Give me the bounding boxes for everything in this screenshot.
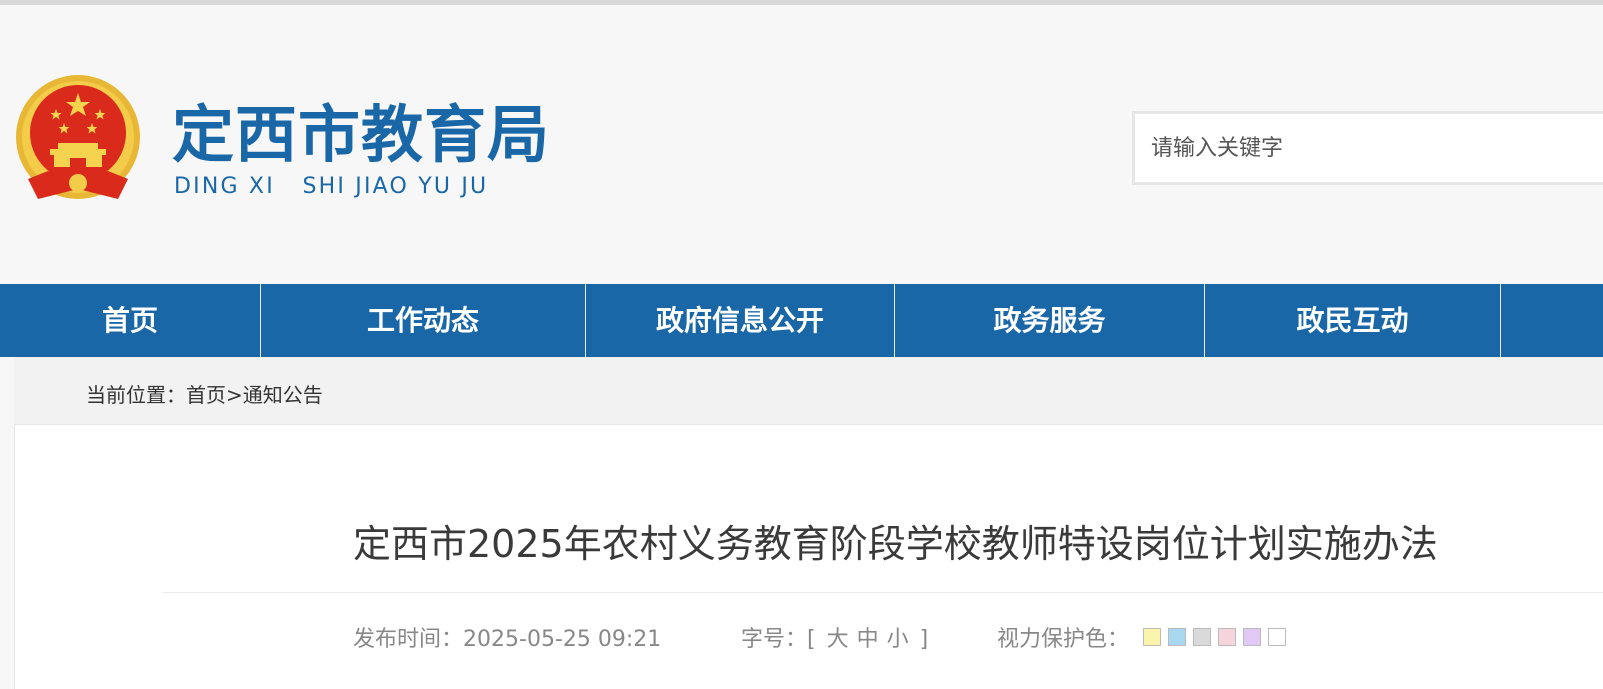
nav-divider — [1500, 284, 1501, 357]
eye-care-color-swatch[interactable] — [1168, 628, 1186, 646]
eye-care-label: 视力保护色： — [997, 627, 1130, 652]
eye-care-color-swatch[interactable] — [1218, 628, 1236, 646]
title-divider — [163, 592, 1603, 593]
bracket-open: [ — [807, 627, 816, 652]
national-emblem-icon — [16, 75, 140, 199]
nav-item-interaction[interactable]: 政民互动 — [1205, 284, 1500, 357]
nav-item-work-news[interactable]: 工作动态 — [261, 284, 585, 357]
eye-care-color-swatch[interactable] — [1143, 628, 1161, 646]
font-size-large-button[interactable]: 大 — [827, 627, 849, 652]
search-input[interactable] — [1135, 114, 1591, 182]
nav-item-gov-info[interactable]: 政府信息公开 — [586, 284, 894, 357]
breadcrumb: 当前位置：首页>通知公告 — [86, 379, 323, 408]
search-box — [1132, 111, 1603, 185]
site-title: 定西市教育局 — [172, 98, 551, 171]
publish-info: 发布时间：2025-05-25 09:21 — [353, 625, 661, 655]
eye-care-color-swatch[interactable] — [1268, 628, 1286, 646]
breadcrumb-separator: > — [226, 383, 243, 407]
breadcrumb-notices-link[interactable]: 通知公告 — [243, 383, 323, 407]
main-nav: 首页 工作动态 政府信息公开 政务服务 政民互动 — [0, 284, 1603, 357]
font-size-label: 字号： — [741, 627, 808, 652]
font-size-control: 字号：[ 大中小 ] — [741, 625, 928, 655]
breadcrumb-prefix: 当前位置： — [86, 383, 186, 407]
eye-care-color-swatch[interactable] — [1243, 628, 1261, 646]
publish-time: 2025-05-25 09:21 — [463, 627, 662, 652]
breadcrumb-bar: 当前位置：首页>通知公告 — [14, 357, 1603, 424]
article-title: 定西市2025年农村义务教育阶段学校教师特设岗位计划实施办法 — [353, 522, 1438, 566]
breadcrumb-home-link[interactable]: 首页 — [186, 383, 226, 407]
site-subtitle: DING XI SHI JIAO YU JU — [174, 174, 489, 199]
font-size-small-button[interactable]: 小 — [887, 627, 909, 652]
bracket-close: ] — [919, 627, 929, 652]
eye-care-color-swatch[interactable] — [1193, 628, 1211, 646]
nav-item-services[interactable]: 政务服务 — [895, 284, 1204, 357]
article-panel: 定西市2025年农村义务教育阶段学校教师特设岗位计划实施办法 发布时间：2025… — [14, 424, 1603, 689]
site-header: 定西市教育局 DING XI SHI JIAO YU JU — [0, 5, 1603, 284]
font-size-medium-button[interactable]: 中 — [857, 627, 879, 652]
nav-item-home[interactable]: 首页 — [0, 284, 260, 357]
publish-label: 发布时间： — [353, 627, 464, 652]
